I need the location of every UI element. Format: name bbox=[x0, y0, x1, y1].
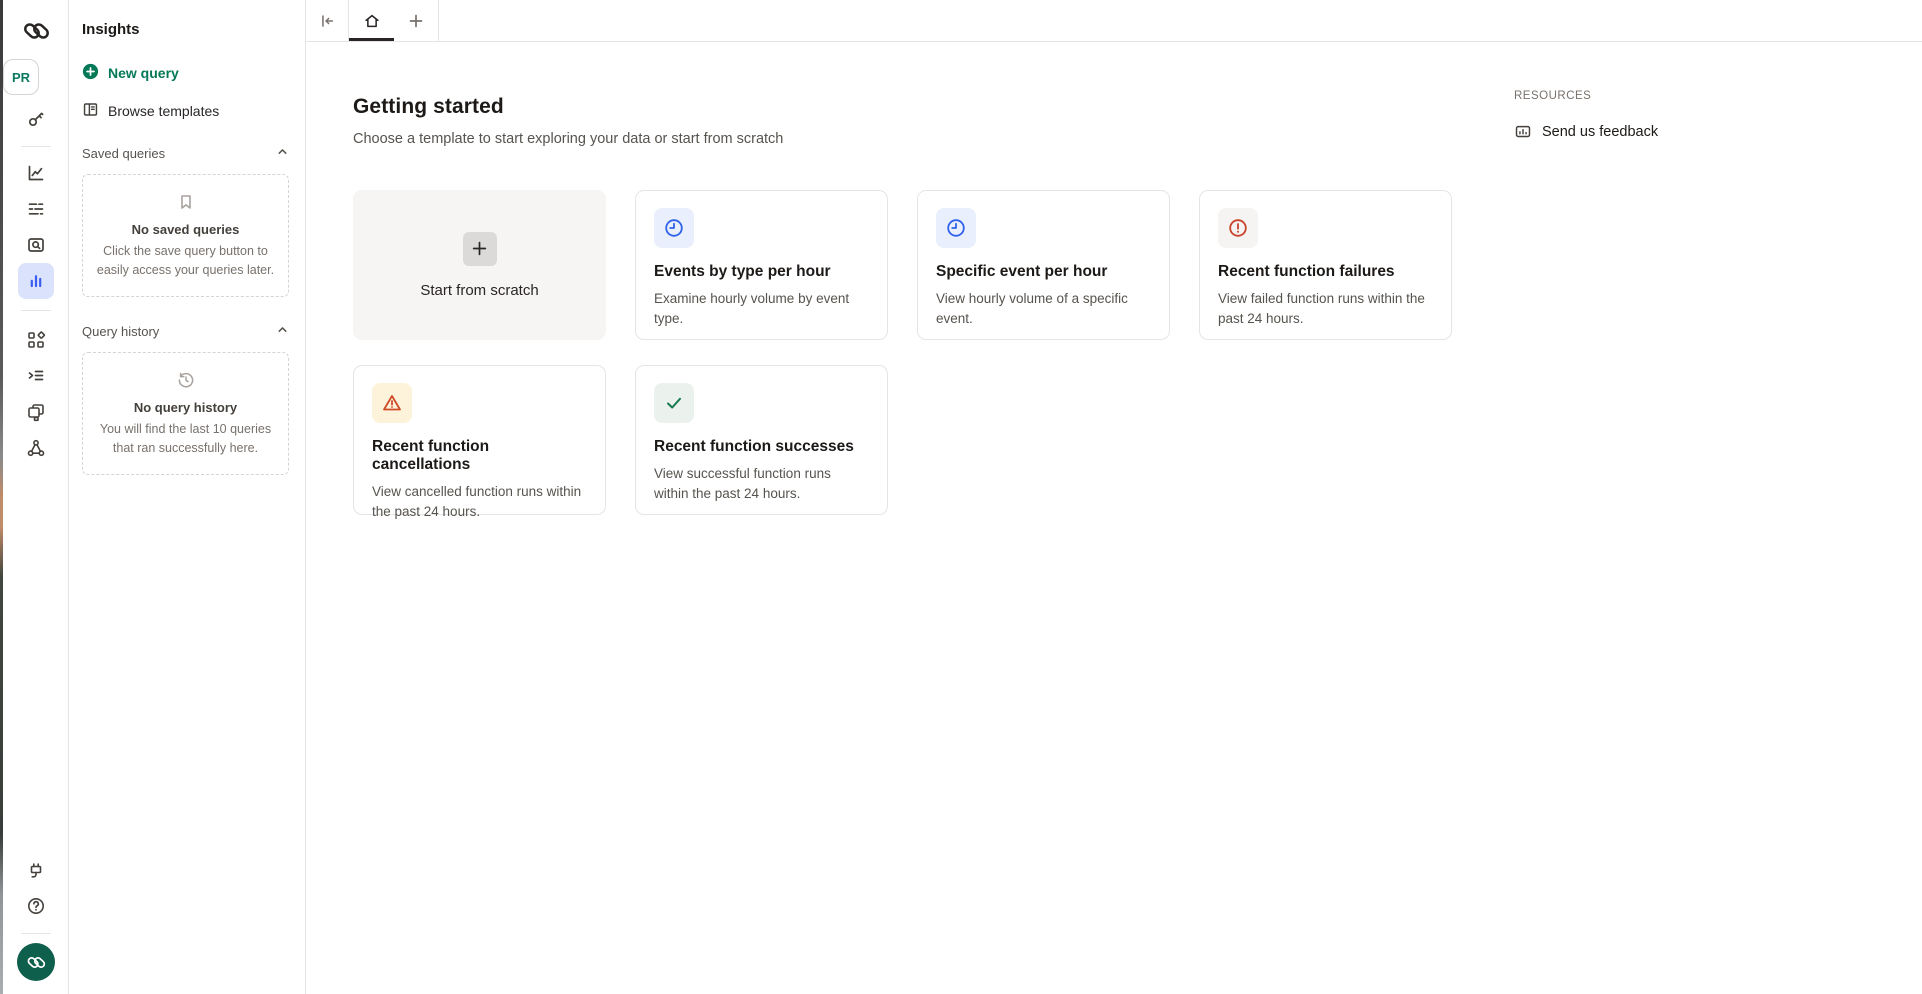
template-card[interactable]: Events by type per hour Examine hourly v… bbox=[635, 190, 888, 340]
page-title: Getting started bbox=[353, 95, 1922, 119]
empty-title: No saved queries bbox=[132, 222, 240, 237]
template-card-description: View failed function runs within the pas… bbox=[1218, 289, 1433, 328]
main-area: Getting started Choose a template to sta… bbox=[306, 0, 1922, 994]
template-card-description: View hourly volume of a specific event. bbox=[936, 289, 1151, 328]
apps-icon[interactable] bbox=[18, 322, 54, 358]
page-subtitle: Choose a template to start exploring you… bbox=[353, 131, 1922, 147]
icon-rail: PR bbox=[3, 0, 69, 994]
new-tab-button[interactable] bbox=[394, 0, 439, 41]
rail-divider bbox=[21, 310, 51, 311]
dev-server-plug-icon[interactable] bbox=[18, 852, 54, 888]
metrics-icon[interactable] bbox=[18, 155, 54, 191]
resources-panel: RESOURCES Send us feedback bbox=[1514, 90, 1658, 141]
empty-description: You will find the last 10 queries that r… bbox=[93, 420, 278, 456]
browse-templates-label: Browse templates bbox=[108, 103, 219, 119]
templates-icon bbox=[82, 101, 99, 121]
plus-icon bbox=[463, 232, 497, 266]
template-card-title: Specific event per hour bbox=[936, 263, 1151, 281]
rail-divider bbox=[21, 146, 51, 147]
resources-header: RESOURCES bbox=[1514, 90, 1658, 102]
plus-circle-icon bbox=[82, 63, 99, 83]
feedback-icon bbox=[1514, 123, 1532, 141]
user-avatar[interactable] bbox=[17, 943, 55, 981]
insights-icon[interactable] bbox=[18, 263, 54, 299]
runs-list-icon[interactable] bbox=[18, 358, 54, 394]
clock-icon bbox=[654, 208, 694, 248]
bookmark-icon bbox=[176, 192, 196, 212]
query-history-empty-state: No query history You will find the last … bbox=[82, 352, 289, 475]
saved-queries-empty-state: No saved queries Click the save query bu… bbox=[82, 174, 289, 297]
send-feedback-label: Send us feedback bbox=[1542, 124, 1658, 140]
template-card[interactable]: Specific event per hour View hourly volu… bbox=[917, 190, 1170, 340]
new-query-label: New query bbox=[108, 65, 179, 81]
tab-home[interactable] bbox=[349, 0, 394, 41]
template-grid: Start from scratch Events by type per ho… bbox=[353, 190, 1922, 515]
template-card-title: Recent function cancellations bbox=[372, 438, 587, 474]
template-card[interactable]: Recent function successes View successfu… bbox=[635, 365, 888, 515]
project-badge[interactable]: PR bbox=[3, 59, 39, 95]
check-icon bbox=[654, 383, 694, 423]
template-card[interactable]: Recent function cancellations View cance… bbox=[353, 365, 606, 515]
app-window: PR bbox=[0, 0, 1922, 994]
template-card-description: Examine hourly volume by event type. bbox=[654, 289, 869, 328]
plus-icon bbox=[408, 13, 424, 29]
send-feedback-link[interactable]: Send us feedback bbox=[1514, 123, 1658, 141]
saved-queries-header[interactable]: Saved queries bbox=[82, 145, 289, 161]
template-card-title: Events by type per hour bbox=[654, 263, 869, 281]
tab-bar bbox=[306, 0, 1922, 42]
history-clock-icon bbox=[176, 370, 196, 390]
chevron-up-icon bbox=[276, 145, 289, 161]
collapse-sidebar-button[interactable] bbox=[306, 0, 349, 41]
template-card[interactable]: Recent function failures View failed fun… bbox=[1199, 190, 1452, 340]
inngest-logo-icon bbox=[18, 13, 54, 49]
event-search-icon[interactable] bbox=[18, 227, 54, 263]
template-card-description: View cancelled function runs within the … bbox=[372, 482, 587, 521]
windows-icon[interactable] bbox=[18, 394, 54, 430]
new-query-button[interactable]: New query bbox=[82, 62, 289, 84]
events-filter-icon[interactable] bbox=[18, 191, 54, 227]
empty-title: No query history bbox=[134, 400, 237, 415]
query-history-label: Query history bbox=[82, 324, 159, 339]
chevron-up-icon bbox=[276, 323, 289, 339]
query-history-header[interactable]: Query history bbox=[82, 323, 289, 339]
home-icon bbox=[363, 12, 381, 30]
alert-circle-icon bbox=[1218, 208, 1258, 248]
template-card-title: Recent function failures bbox=[1218, 263, 1433, 281]
help-icon[interactable] bbox=[18, 888, 54, 924]
clock-icon bbox=[936, 208, 976, 248]
start-from-scratch-card[interactable]: Start from scratch bbox=[353, 190, 606, 340]
template-card-description: View successful function runs within the… bbox=[654, 464, 869, 503]
browse-templates-button[interactable]: Browse templates bbox=[82, 100, 289, 122]
webhook-icon[interactable] bbox=[18, 430, 54, 466]
saved-queries-label: Saved queries bbox=[82, 146, 165, 161]
api-keys-icon[interactable] bbox=[18, 101, 54, 137]
sidebar-title: Insights bbox=[82, 21, 289, 38]
template-card-title: Recent function successes bbox=[654, 438, 869, 456]
warning-triangle-icon bbox=[372, 383, 412, 423]
getting-started-section: Getting started Choose a template to sta… bbox=[306, 42, 1922, 994]
insights-sidebar: Insights New query Browse templates Save… bbox=[69, 0, 306, 994]
start-from-scratch-label: Start from scratch bbox=[420, 282, 538, 299]
rail-divider bbox=[21, 933, 51, 934]
empty-description: Click the save query button to easily ac… bbox=[93, 242, 278, 278]
